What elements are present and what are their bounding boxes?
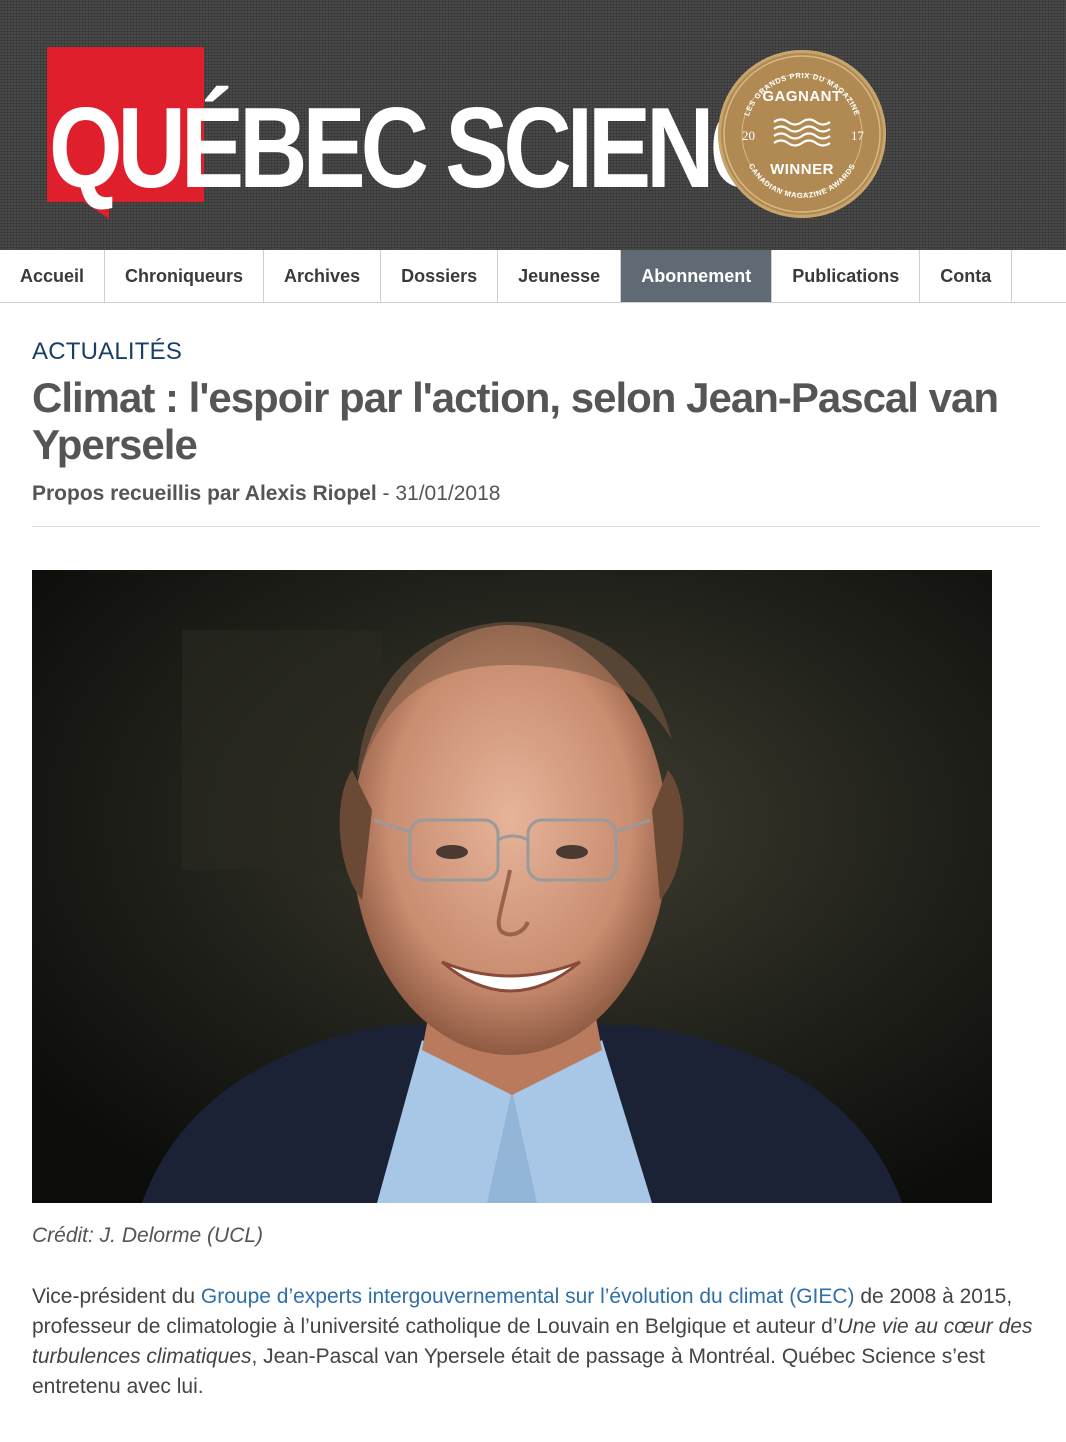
nav-item-chroniqueurs[interactable]: Chroniqueurs xyxy=(105,250,265,302)
article-byline: Propos recueillis par Alexis Riopel - 31… xyxy=(32,482,500,506)
nav-item-dossiers[interactable]: Dossiers xyxy=(381,250,499,302)
photo-credit: Crédit: J. Delorme (UCL) xyxy=(32,1224,264,1247)
badge-wave-icon xyxy=(773,118,831,147)
nav-item-contact[interactable]: Conta xyxy=(920,250,1013,302)
nav-item-archives[interactable]: Archives xyxy=(264,250,382,302)
nav-item-publications[interactable]: Publications xyxy=(772,250,921,302)
main-navigation: Accueil Chroniqueurs Archives Dossiers J… xyxy=(0,250,1066,303)
site-header: QUÉBEC SCIENCE LES GRANDS PRIX DU MAGAZI… xyxy=(0,0,1066,250)
badge-year-left: 20 xyxy=(742,128,755,143)
byline-date: 31/01/2018 xyxy=(395,482,501,505)
nav-item-jeunesse[interactable]: Jeunesse xyxy=(498,250,622,302)
header-divider xyxy=(32,526,1040,527)
badge-year-right: 17 xyxy=(851,128,864,143)
byline-author: Propos recueillis par Alexis Riopel xyxy=(32,482,377,505)
lead-part-1: Vice-président du xyxy=(32,1285,201,1308)
byline-separator: - xyxy=(376,482,396,505)
article-title: Climat : l'espoir par l'action, selon Je… xyxy=(32,374,999,468)
nav-item-accueil[interactable]: Accueil xyxy=(0,250,106,302)
nav-item-abonnement[interactable]: Abonnement xyxy=(621,250,773,302)
giec-link[interactable]: Groupe d’experts intergouvernemental sur… xyxy=(201,1285,855,1308)
quebec-science-logo[interactable]: QUÉBEC SCIENCE xyxy=(47,47,836,227)
portrait-illustration xyxy=(32,570,992,1203)
article-category[interactable]: ACTUALITÉS xyxy=(32,338,182,366)
logo-wordmark: QUÉBEC SCIENCE xyxy=(49,85,836,212)
award-badge: LES GRANDS PRIX DU MAGAZINE CANADIAN MAG… xyxy=(718,50,886,218)
article-photo xyxy=(32,570,992,1203)
badge-gagnant-label: GAGNANT xyxy=(762,88,842,105)
article-lead-paragraph: Vice-président du Groupe d’experts inter… xyxy=(32,1282,1040,1402)
badge-winner-label: WINNER xyxy=(770,161,834,178)
